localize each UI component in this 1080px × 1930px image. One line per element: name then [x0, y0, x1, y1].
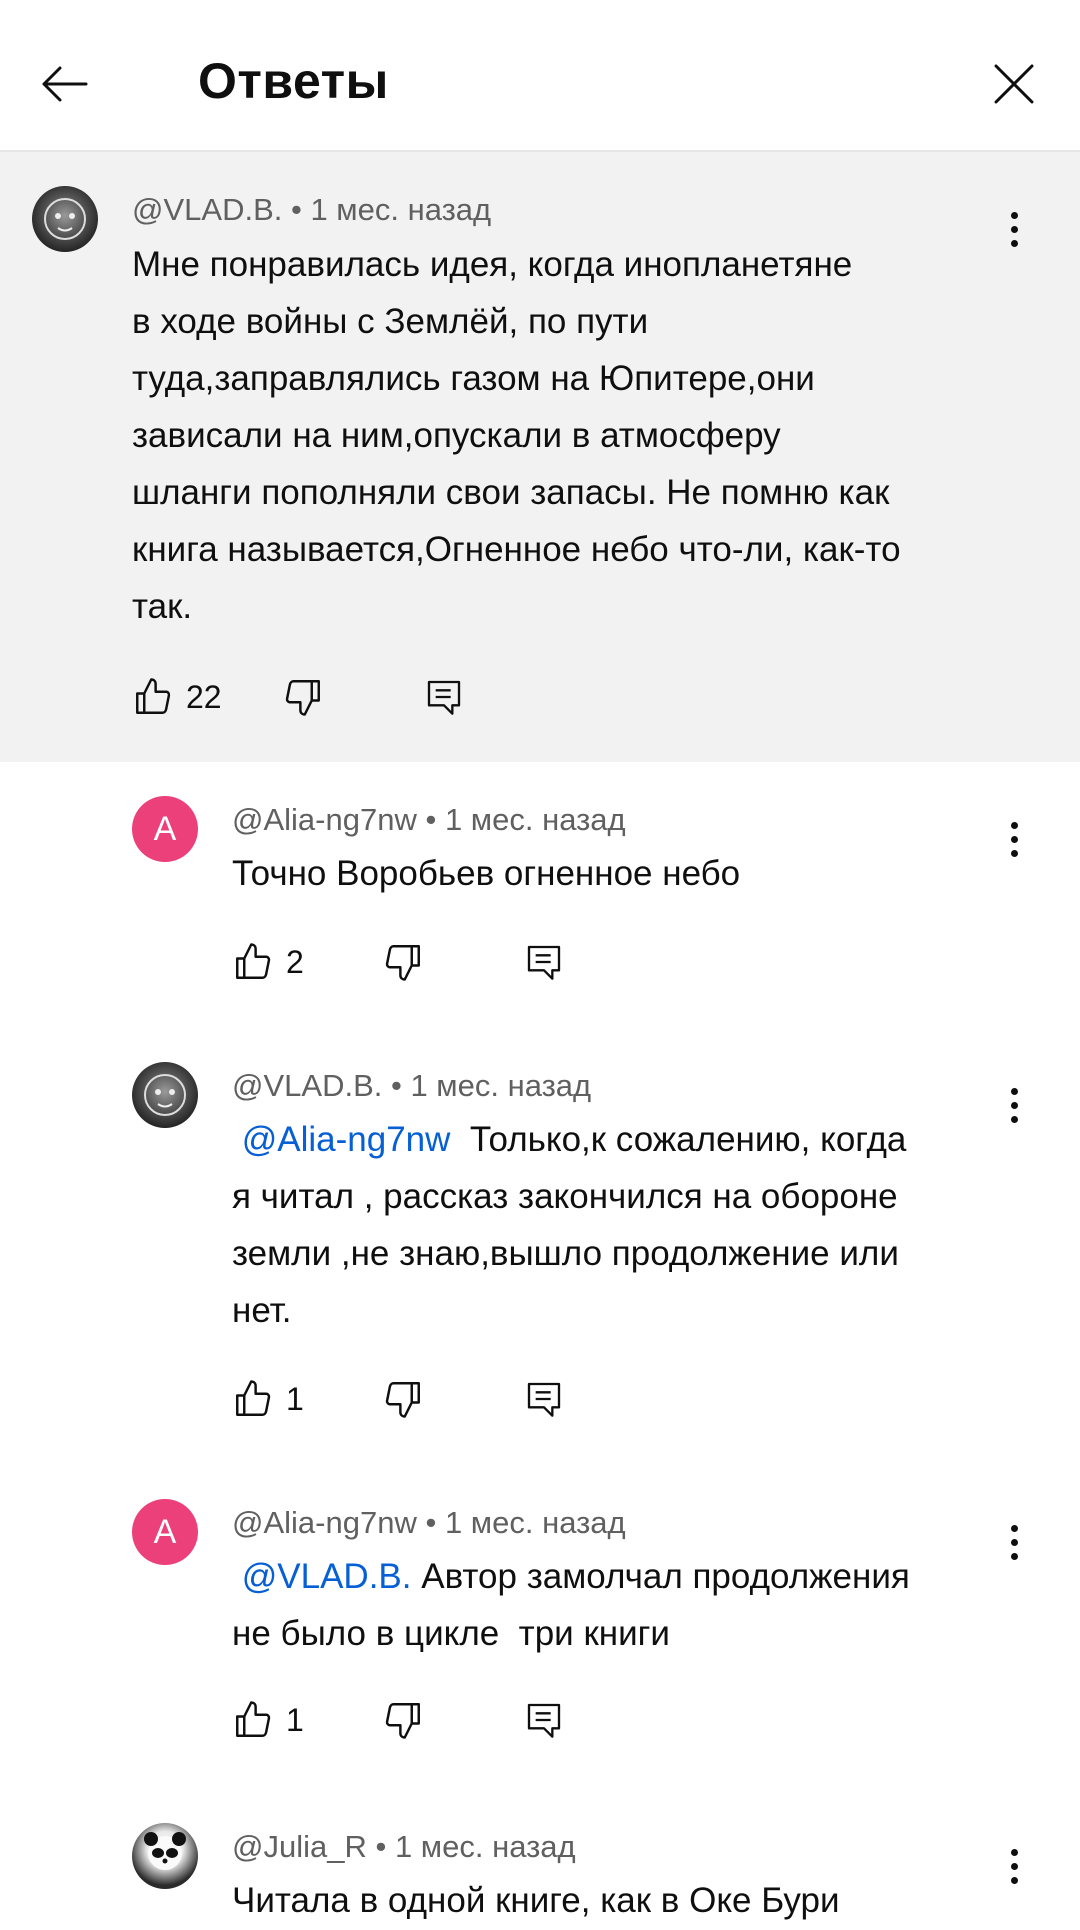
avatar[interactable]: A	[132, 796, 198, 862]
comment-author[interactable]: @Alia-ng7nw	[232, 1505, 417, 1540]
comment-line: Точно Воробьев огненное небо	[232, 854, 741, 893]
back-button[interactable]	[34, 54, 94, 114]
reply-comment: A @Alia-ng7nw • 1 мес. назад @VLAD.B. Ав…	[0, 1493, 1080, 1773]
comment-line-rest: Только,к сожалению, когда	[469, 1120, 907, 1159]
comment-line: Мне понравилась идея, когда инопланетяне	[132, 245, 853, 284]
reply-button[interactable]	[524, 937, 564, 987]
comment-text: @VLAD.B. Автор замолчал продолжения не б…	[232, 1548, 1022, 1662]
thumb-down-icon	[282, 676, 324, 718]
comment-line: земли ,не знаю,вышло продолжение или	[232, 1234, 899, 1273]
comment-meta: @VLAD.B. • 1 мес. назад	[232, 1068, 591, 1104]
avatar-letter: A	[153, 809, 177, 848]
dislike-button[interactable]	[382, 1695, 424, 1745]
reply-comment: @VLAD.B. • 1 мес. назад @Alia-ng7nw Толь…	[0, 1056, 1080, 1436]
panda-avatar-icon	[144, 1832, 186, 1870]
like-button[interactable]: 1	[232, 1695, 304, 1745]
thumb-up-icon	[232, 1699, 274, 1741]
close-icon	[993, 63, 1035, 105]
comment-actions: 2	[232, 937, 732, 987]
thumb-up-icon	[232, 941, 274, 983]
like-button[interactable]: 22	[132, 672, 222, 722]
meta-separator: •	[282, 192, 311, 227]
comment-time: 1 мес. назад	[410, 1068, 592, 1103]
like-button[interactable]: 1	[232, 1374, 304, 1424]
comment-meta: @Alia-ng7nw • 1 мес. назад	[232, 802, 626, 838]
comment-author[interactable]: @VLAD.B.	[232, 1068, 382, 1103]
like-count: 2	[286, 943, 304, 980]
comment-meta: @Alia-ng7nw • 1 мес. назад	[232, 1505, 626, 1541]
comment-actions: 1	[232, 1374, 732, 1424]
comment-line: @VLAD.B. Автор замолчал продолжения	[232, 1548, 1022, 1605]
meta-separator: •	[416, 802, 445, 837]
comment-text: Мне понравилась идея, когда инопланетяне…	[132, 236, 1032, 635]
dislike-button[interactable]	[382, 1374, 424, 1424]
comment-line: шланги пополняли свои запасы. Не помню к…	[132, 473, 890, 512]
dislike-button[interactable]	[282, 672, 324, 722]
reply-comment: A @Alia-ng7nw • 1 мес. назад Точно Вороб…	[0, 790, 1080, 1030]
comment-text: Читала в одной книге, как в Оке Бури	[232, 1872, 1022, 1929]
reply-comment: @Julia_R • 1 мес. назад Читала в одной к…	[0, 1817, 1080, 1930]
comment-line: туда,заправлялись газом на Юпитере,они	[132, 359, 815, 398]
dislike-button[interactable]	[382, 937, 424, 987]
avatar[interactable]	[132, 1062, 198, 1128]
comment-line: книга называется,Огненное небо что-ли, к…	[132, 530, 901, 569]
comment-line: зависали на ним,опускали в атмосферу	[132, 416, 781, 455]
mention-link[interactable]: @VLAD.B.	[242, 1557, 412, 1596]
avatar-letter: A	[153, 1512, 177, 1551]
comment-text: Точно Воробьев огненное небо	[232, 845, 1012, 902]
lion-avatar-icon	[144, 1074, 186, 1116]
meta-separator: •	[382, 1068, 411, 1103]
comment-line-rest: Автор замолчал продолжения	[421, 1557, 910, 1596]
comment-line: нет.	[232, 1291, 292, 1330]
reply-comment-icon	[424, 676, 464, 718]
comment-author[interactable]: @Julia_R	[232, 1829, 367, 1864]
comment-line: не было в цикле три книги	[232, 1614, 670, 1653]
arrow-back-icon	[40, 64, 88, 104]
avatar[interactable]	[32, 186, 98, 252]
comment-actions: 22	[132, 672, 732, 722]
comment-meta: @VLAD.B. • 1 мес. назад	[132, 192, 491, 228]
like-count: 1	[286, 1380, 304, 1417]
avatar[interactable]: A	[132, 1499, 198, 1565]
parent-comment: @VLAD.B. • 1 мес. назад Мне понравилась …	[0, 152, 1080, 762]
comment-line: так.	[132, 587, 193, 626]
comment-author[interactable]: @Alia-ng7nw	[232, 802, 417, 837]
comment-time: 1 мес. назад	[444, 1505, 626, 1540]
like-count: 22	[186, 678, 222, 715]
meta-separator: •	[416, 1505, 445, 1540]
thumb-down-icon	[382, 1378, 424, 1420]
header: Ответы	[0, 0, 1080, 152]
comment-line: в ходе войны с Землёй, по пути	[132, 302, 649, 341]
thumb-up-icon	[232, 1378, 274, 1420]
thumb-up-icon	[132, 676, 174, 718]
mention-link[interactable]: @Alia-ng7nw	[242, 1120, 451, 1159]
comment-line: Читала в одной книге, как в Оке Бури	[232, 1881, 840, 1920]
reply-button[interactable]	[524, 1695, 564, 1745]
thumb-down-icon	[382, 941, 424, 983]
avatar[interactable]	[132, 1823, 198, 1889]
like-button[interactable]: 2	[232, 937, 304, 987]
reply-comment-icon	[524, 1378, 564, 1420]
thumb-down-icon	[382, 1699, 424, 1741]
reply-button[interactable]	[424, 672, 464, 722]
reply-button[interactable]	[524, 1374, 564, 1424]
comment-time: 1 мес. назад	[444, 802, 626, 837]
reply-comment-icon	[524, 1699, 564, 1741]
close-button[interactable]	[984, 54, 1044, 114]
comment-author[interactable]: @VLAD.B.	[132, 192, 282, 227]
reply-comment-icon	[524, 941, 564, 983]
comment-line: @Alia-ng7nw Только,к сожалению, когда	[232, 1111, 1022, 1168]
comment-text: @Alia-ng7nw Только,к сожалению, когда я …	[232, 1111, 1022, 1339]
comment-meta: @Julia_R • 1 мес. назад	[232, 1829, 576, 1865]
page-title: Ответы	[198, 53, 389, 109]
lion-avatar-icon	[44, 198, 86, 240]
comment-actions: 1	[232, 1695, 732, 1745]
meta-separator: •	[366, 1829, 395, 1864]
comment-time: 1 мес. назад	[394, 1829, 576, 1864]
comment-time: 1 мес. назад	[310, 192, 492, 227]
like-count: 1	[286, 1701, 304, 1738]
comment-line: я читал , рассказ закончился на обороне	[232, 1177, 898, 1216]
